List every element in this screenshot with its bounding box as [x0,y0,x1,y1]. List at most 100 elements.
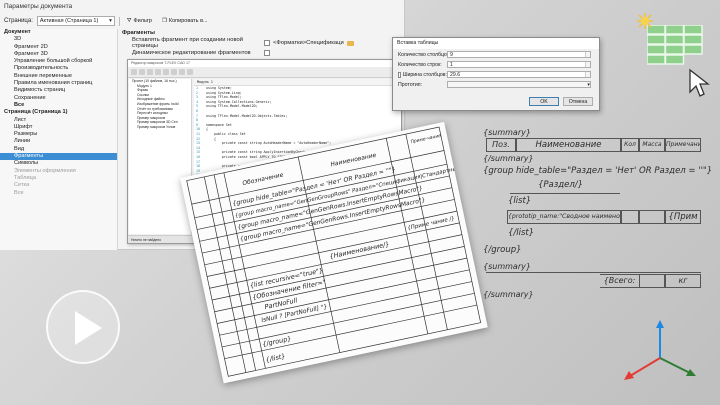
tpl-cell-name: Наименование [516,138,621,152]
tpl-cell-vsego: {Всего: [600,274,639,288]
sidebar-item[interactable]: Внешние переменные [0,73,117,80]
sidebar-item[interactable]: Сетка [0,182,117,189]
tpl-cell-blank [621,210,639,224]
tpl-cell-poz: Поз. [486,138,516,152]
rows-value: 1 [450,62,453,68]
editor-tab[interactable]: Модуль 1 [194,79,401,86]
tool-icon[interactable] [131,69,137,75]
tpl-summary2: {summary} [483,262,531,271]
spinner[interactable] [585,52,590,57]
sidebar-item[interactable]: Фрагмент 2D [0,44,117,51]
code-text: { [206,136,216,141]
code-text: using System.Collections.Generic; [206,99,272,104]
copy-icon: ❐ [161,18,167,24]
tool-icon[interactable] [155,69,161,75]
filter-label: Фильтр [133,18,152,24]
sidebar-item[interactable]: Символы [0,160,117,167]
sidebar-item[interactable]: Правила именования страниц [0,80,117,87]
head-designation: Обозначение [242,171,284,187]
sidebar-item[interactable]: Шрифт [0,124,117,131]
code-text: using TFlex.Model; [206,95,242,100]
sidebar-item[interactable]: Линии [0,138,117,145]
cols-value: 9 [450,52,453,58]
prop-label: Вставлять фрагмент при создании новой ст… [132,37,244,49]
tool-icon[interactable] [179,69,185,75]
sidebar-item[interactable]: Сохранение [0,95,117,102]
sidebar-item[interactable]: Фрагменты [0,153,117,161]
prop-row-dynamic-edit: Динамическое редактирование фрагментов [122,48,402,58]
dynamic-edit-checkbox[interactable] [264,50,270,56]
rows-input[interactable]: 1 [447,61,591,68]
sheet-line: {/list} [265,352,286,364]
width-input[interactable]: 29.6 [447,71,591,78]
page-select-value: Активная (Страница 1) [39,18,99,24]
prop-row-insert-fragment: Вставлять фрагмент при создании новой ст… [122,37,402,49]
width-value: 29.6 [450,72,461,78]
sparkle-icon [637,13,653,29]
sidebar-item[interactable]: Все [0,102,117,109]
settings-tree: Документ 3D Фрагмент 2D Фрагмент 3D Управлен… [0,29,118,250]
code-text: using System.Linq; [206,90,242,95]
insert-table-title: Вставка таблицы [393,38,599,49]
insert-fragment-checkbox[interactable] [264,40,270,46]
tool-icon[interactable] [139,69,145,75]
coordinate-axes-icon [624,320,696,380]
sidebar-item[interactable]: 3D [0,36,117,43]
project-tree-item[interactable]: Пример макросов Узлов [129,125,191,130]
code-text: using TFlex.Model.Model2D.Objects.Tables… [206,113,288,118]
tpl-cell-kg: кг [665,274,701,288]
window-title: Параметры документа [4,3,73,10]
tool-icon[interactable] [187,69,193,75]
width-label-text: Ширина столбцов: [402,71,447,78]
proto-select[interactable]: ▾ [447,81,591,88]
dialog-buttons: OK Отмена [529,97,593,106]
tpl-cell-blank [639,274,665,288]
tpl-cell-prim: Примечание [665,138,701,152]
insert-table-dialog: Вставка таблицы Количество столбцов: 9 К… [392,37,600,111]
proto-label: Прототип: [398,81,422,88]
tool-icon[interactable] [163,69,169,75]
tool-icon[interactable] [147,69,153,75]
prop-value[interactable]: <Форматки>Спецификаци [264,40,354,46]
sidebar-item[interactable]: Все [0,190,117,197]
properties-panel: Фрагменты Вставлять фрагмент при создани… [122,30,402,58]
code-text: using System; [206,86,232,90]
prop-label: Динамическое редактирование фрагментов [132,50,251,56]
copy-to-button[interactable]: ❐ Копировать в... [159,16,211,26]
proto-row: Прототип: ▾ [393,80,599,89]
tpl-underline [486,272,701,273]
sidebar-item[interactable]: Документ [0,29,117,36]
head-name: Наименование [330,152,377,169]
page-select[interactable]: Активная (Страница 1) ▾ [36,16,115,26]
width-checkbox[interactable]: ​ [398,71,401,78]
fragment-path: <Форматки>Спецификаци [273,40,344,46]
width-row: ​Ширина столбцов: 29.6 [393,70,599,79]
sidebar-item[interactable]: Элементы оформления [0,168,117,175]
code-text: public class Set [206,131,246,136]
filter-button[interactable]: ⛛ Фильтр [124,16,155,26]
tpl-end-summary2: {/summary} [483,290,534,299]
ok-button[interactable]: OK [529,97,559,106]
tpl-end-list: {/list} [508,228,535,238]
cols-input[interactable]: 9 [447,51,591,58]
chevron-down-icon: ▾ [109,18,112,24]
sidebar-item[interactable]: Страница (Страница 1) [0,109,117,116]
cancel-button[interactable]: Отмена [563,97,593,106]
folder-icon[interactable] [346,40,354,46]
sidebar-item[interactable]: Производительность [0,65,117,72]
sidebar-item[interactable]: Таблица [0,175,117,182]
sidebar-item[interactable]: Управление большой сборкой [0,58,117,65]
sidebar-item[interactable]: Лист [0,117,117,124]
ide-toolbar [128,67,401,78]
sidebar-item[interactable]: Видимость страниц [0,87,117,94]
sheet-line: {/group} [262,334,293,348]
sidebar-item[interactable]: Вид [0,146,117,153]
spinner[interactable] [585,62,590,67]
prop-value[interactable] [264,50,270,56]
sheet-line: {Наименование/} [329,240,390,261]
code-text: using TFlex.Model.Model2D; [206,104,258,109]
sidebar-item[interactable]: Размеры [0,131,117,138]
play-button[interactable] [46,290,120,364]
tool-icon[interactable] [171,69,177,75]
spinner[interactable] [585,72,590,77]
